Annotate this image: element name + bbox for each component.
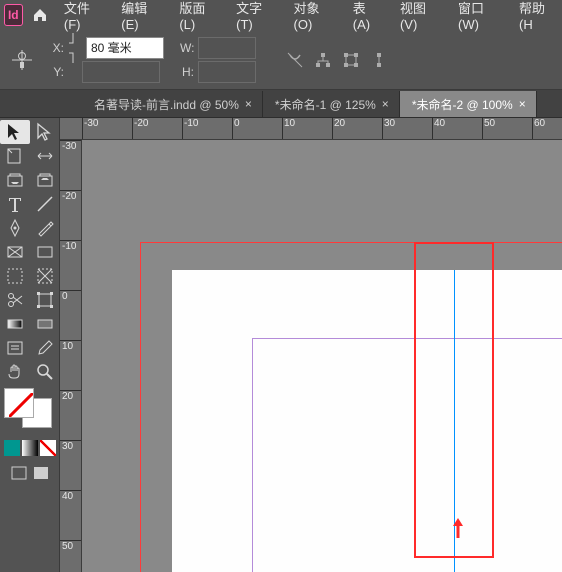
page-tool[interactable]	[0, 144, 30, 168]
close-icon[interactable]: ×	[245, 97, 252, 111]
swatch-gradient[interactable]	[22, 440, 38, 456]
fill-stroke-proxy[interactable]	[2, 388, 58, 430]
w-label: W:	[180, 41, 194, 55]
ruler-v-tick: 20	[62, 391, 73, 402]
view-mode-row	[11, 466, 49, 480]
h-input[interactable]	[198, 61, 256, 83]
control-bar: X: 80 毫米 Y: W: H:	[0, 30, 562, 90]
x-label: X:	[50, 41, 64, 55]
ruler-v-tick: -20	[62, 191, 76, 202]
no-break-icon[interactable]	[286, 51, 304, 69]
flow-icon-group	[286, 51, 388, 69]
eyedropper-tool[interactable]	[30, 336, 60, 360]
ruler-v-tick: -10	[62, 241, 76, 252]
ruler-v-tick: 10	[62, 341, 73, 352]
ruler-vertical[interactable]: -30-20-10010203040506070	[60, 140, 82, 572]
flow-parent-icon[interactable]	[314, 51, 332, 69]
gradient-swatch-tool[interactable]	[0, 312, 30, 336]
view-mode-normal[interactable]	[11, 466, 27, 480]
canvas[interactable]	[82, 140, 562, 572]
color-swatch-row	[2, 440, 58, 456]
polygon-tool[interactable]	[30, 264, 60, 288]
ruler-v-tick: 40	[62, 491, 73, 502]
tab-label: 名著导读-前言.indd @ 50%	[94, 96, 239, 113]
document-tab-bar: 名著导读-前言.indd @ 50% × *未命名-1 @ 125% × *未命…	[0, 90, 562, 118]
free-transform-tool[interactable]	[30, 288, 60, 312]
annotation-arrow-2	[450, 518, 466, 538]
ruler-h-tick: -30	[84, 118, 98, 129]
selection-tool[interactable]	[0, 120, 30, 144]
ruler-v-tick: 30	[62, 441, 73, 452]
y-input[interactable]	[82, 61, 160, 83]
menu-window[interactable]: 窗口(W)	[448, 1, 507, 29]
scissors-tool[interactable]	[0, 288, 30, 312]
rectangle-frame-tool[interactable]	[0, 240, 30, 264]
menu-edit[interactable]: 编辑(E)	[111, 1, 167, 29]
x-input[interactable]: 80 毫米	[86, 37, 164, 59]
menu-layout[interactable]: 版面(L)	[169, 1, 224, 29]
ruler-h-tick: -20	[134, 118, 148, 129]
reference-point-icon[interactable]	[8, 46, 36, 74]
menu-object[interactable]: 对象(O)	[284, 1, 341, 29]
zoom-tool[interactable]	[30, 360, 60, 384]
content-placer-tool[interactable]	[30, 168, 60, 192]
ruler-h-tick: 10	[284, 118, 295, 129]
gradient-feather-tool[interactable]	[30, 312, 60, 336]
y-label: Y:	[50, 65, 64, 79]
annotation-highlight-rect	[414, 242, 494, 558]
swatch-none[interactable]	[40, 440, 56, 456]
ruler-h-tick: -10	[184, 118, 198, 129]
tab-document-1[interactable]: *未命名-1 @ 125% ×	[263, 91, 400, 117]
ruler-h-tick: 60	[534, 118, 545, 129]
menu-file[interactable]: 文件(F)	[54, 1, 109, 29]
ruler-h-tick: 30	[384, 118, 395, 129]
close-icon[interactable]: ×	[519, 97, 526, 111]
menu-help[interactable]: 帮助(H	[509, 1, 562, 29]
w-input[interactable]	[198, 37, 256, 59]
ruler-v-tick: 50	[62, 541, 73, 552]
workspace: -30-20-10010203040506070 -30-20-10010203…	[0, 118, 562, 572]
tab-document-0[interactable]: 名著导读-前言.indd @ 50% ×	[82, 91, 263, 117]
polygon-frame-tool[interactable]	[0, 264, 30, 288]
view-mode-preview[interactable]	[33, 466, 49, 480]
menu-view[interactable]: 视图(V)	[390, 1, 446, 29]
hand-tool[interactable]	[0, 360, 30, 384]
type-tool[interactable]	[0, 192, 30, 216]
margin-guide	[252, 338, 562, 572]
app-logo: Id	[4, 4, 23, 26]
ruler-h-tick: 20	[334, 118, 345, 129]
menu-table[interactable]: 表(A)	[343, 1, 388, 29]
tools-panel	[0, 118, 60, 572]
home-icon[interactable]	[29, 7, 52, 23]
ruler-h-tick: 50	[484, 118, 495, 129]
h-label: H:	[180, 65, 194, 79]
ruler-v-tick: 0	[62, 291, 68, 302]
content-collector-tool[interactable]	[0, 168, 30, 192]
gap-tool[interactable]	[30, 144, 60, 168]
pen-tool[interactable]	[0, 216, 30, 240]
rectangle-tool[interactable]	[30, 240, 60, 264]
flow-children-icon[interactable]	[342, 51, 360, 69]
menu-type[interactable]: 文字(T)	[226, 1, 281, 29]
ruler-h-tick: 0	[234, 118, 240, 129]
flow-single-icon[interactable]	[370, 51, 388, 69]
ruler-v-tick: -30	[62, 141, 76, 152]
direct-selection-tool[interactable]	[30, 120, 60, 144]
close-icon[interactable]: ×	[382, 97, 389, 111]
swatch-color[interactable]	[4, 440, 20, 456]
app-menu-bar: Id 文件(F) 编辑(E) 版面(L) 文字(T) 对象(O) 表(A) 视图…	[0, 0, 562, 30]
ruler-h-tick: 40	[434, 118, 445, 129]
tab-label: *未命名-2 @ 100%	[412, 96, 513, 113]
tab-label: *未命名-1 @ 125%	[275, 96, 376, 113]
line-tool[interactable]	[30, 192, 60, 216]
tab-document-2[interactable]: *未命名-2 @ 100% ×	[400, 91, 537, 117]
pencil-tool[interactable]	[30, 216, 60, 240]
ruler-horizontal[interactable]: -30-20-10010203040506070	[60, 118, 562, 140]
note-tool[interactable]	[0, 336, 30, 360]
